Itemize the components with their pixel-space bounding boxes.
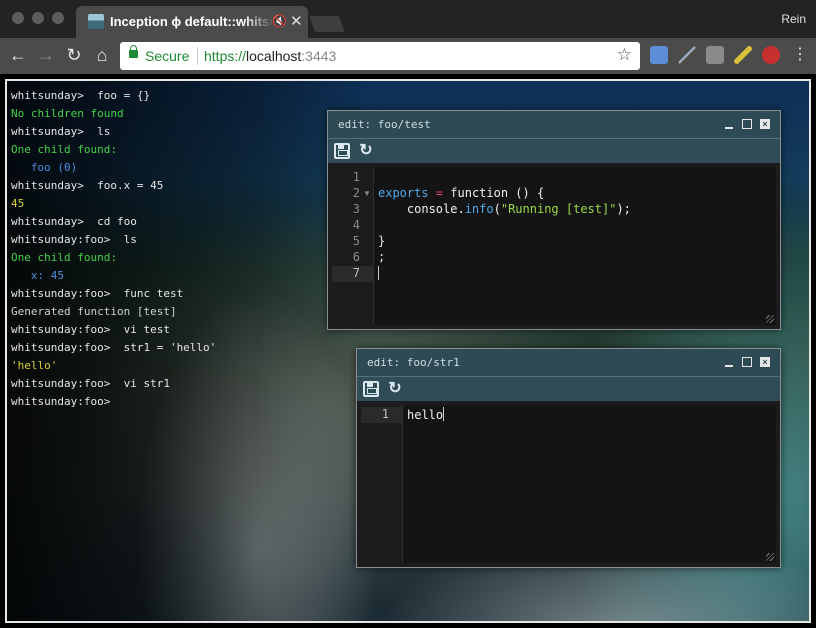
editor-titlebar[interactable]: edit: foo/str1 × xyxy=(357,349,780,377)
new-tab-button[interactable] xyxy=(309,16,345,32)
bookmark-star-icon[interactable]: ☆ xyxy=(617,45,632,65)
terminal-line: whitsunday> ls xyxy=(11,125,111,138)
close-icon[interactable]: × xyxy=(760,357,770,367)
terminal-line: whitsunday:foo> func test xyxy=(11,287,184,300)
terminal-line: whitsunday:foo> vi str1 xyxy=(11,377,170,390)
code-token: info xyxy=(464,202,494,216)
editor-window-str1[interactable]: edit: foo/str1 × ↻ 1 hello xyxy=(356,348,781,568)
browser-tab-active[interactable]: Inception ϕ default::whitsunday 🔇 ✕ xyxy=(76,6,308,38)
line-number: 7 xyxy=(352,266,360,280)
tab-title: Inception ϕ default::whitsunday xyxy=(110,14,274,29)
terminal-line: foo (0) xyxy=(11,161,78,174)
line-gutter: 1 2 ▼ 3 4 5 6 7 xyxy=(332,167,374,325)
code-line: console.info("Running [test]"); xyxy=(378,202,631,216)
pencil-extension-icon[interactable] xyxy=(734,46,752,64)
terminal-line: 'hello' xyxy=(11,359,58,372)
code-token: ); xyxy=(616,202,631,216)
terminal-line: whitsunday:foo> ls xyxy=(11,233,137,246)
editor-title: edit: foo/test xyxy=(338,118,431,131)
minimize-window-button[interactable] xyxy=(32,12,44,24)
text-cursor xyxy=(378,266,379,281)
editor-toolbar: ↻ xyxy=(357,377,780,401)
browser-titlebar: Inception ϕ default::whitsunday 🔇 ✕ Rein xyxy=(0,0,816,38)
code-editor[interactable]: 1 hello xyxy=(361,405,776,563)
editor-toolbar: ↻ xyxy=(328,139,780,163)
adblock-extension-icon[interactable] xyxy=(762,46,780,64)
code-token: function () { xyxy=(450,186,545,200)
editor-window-test[interactable]: edit: foo/test × ↻ 1 2 ▼ 3 4 5 6 7 expor… xyxy=(327,110,781,330)
mute-icon[interactable]: 🔇 xyxy=(272,14,287,28)
image-extension-icon[interactable] xyxy=(706,46,724,64)
close-window-button[interactable] xyxy=(12,12,24,24)
terminal-line: whitsunday> foo.x = 45 xyxy=(11,179,164,192)
terminal-line: whitsunday> cd foo xyxy=(11,215,137,228)
translate-extension-icon[interactable] xyxy=(650,46,668,64)
code-editor[interactable]: 1 2 ▼ 3 4 5 6 7 exports = function () { … xyxy=(332,167,776,325)
line-number: 3 xyxy=(352,202,360,216)
code-line: hello xyxy=(407,407,445,422)
terminal-line: x: 45 xyxy=(11,269,64,282)
refresh-icon[interactable]: ↻ xyxy=(358,143,374,159)
zoom-window-button[interactable] xyxy=(52,12,64,24)
line-number: 6 xyxy=(352,250,360,264)
url-scheme: https:// xyxy=(204,48,247,64)
code-line: ; xyxy=(378,250,386,264)
code-token: hello xyxy=(407,408,444,422)
line-number: 5 xyxy=(352,234,360,248)
reload-icon[interactable]: ↻ xyxy=(62,43,86,67)
refresh-icon[interactable]: ↻ xyxy=(387,381,403,397)
editor-titlebar[interactable]: edit: foo/test × xyxy=(328,111,780,139)
close-icon[interactable]: × xyxy=(760,119,770,129)
secure-label: Secure xyxy=(145,48,190,64)
url-host: localhost xyxy=(246,48,302,64)
terminal-output[interactable]: whitsunday> foo = {} No children found whi… xyxy=(11,87,216,411)
tab-close-icon[interactable]: ✕ xyxy=(290,12,303,30)
terminal-line: 45 xyxy=(11,197,25,210)
resize-handle[interactable] xyxy=(766,553,774,561)
code-token: ( xyxy=(493,202,501,216)
forward-arrow-icon[interactable]: → xyxy=(34,43,58,67)
terminal-line: One child found: xyxy=(11,251,117,264)
minimize-icon[interactable] xyxy=(724,357,734,367)
terminal-line: whitsunday:foo> str1 = 'hello' xyxy=(11,341,217,354)
resize-handle[interactable] xyxy=(766,315,774,323)
home-icon[interactable]: ⌂ xyxy=(90,43,114,67)
minimize-icon[interactable] xyxy=(724,119,734,129)
browser-toolbar: ← → ↻ ⌂ Secure https://localhost:3443 ☆ … xyxy=(0,38,816,74)
code-token: console. xyxy=(378,202,465,216)
text-cursor xyxy=(443,407,445,421)
line-gutter: 1 xyxy=(361,405,403,563)
eyedropper-extension-icon[interactable] xyxy=(678,46,696,64)
code-line: } xyxy=(378,234,386,248)
back-arrow-icon[interactable]: ← xyxy=(6,43,30,67)
menu-dots-icon[interactable]: ⋮ xyxy=(788,43,812,67)
terminal-line: whitsunday:foo> xyxy=(11,395,111,408)
address-bar[interactable]: Secure https://localhost:3443 ☆ xyxy=(120,42,640,70)
code-token: = xyxy=(428,186,451,200)
terminal-line: whitsunday:foo> vi test xyxy=(11,323,170,336)
code-token: exports xyxy=(378,186,429,200)
save-icon[interactable] xyxy=(334,143,350,159)
editor-title: edit: foo/str1 xyxy=(367,356,460,369)
profile-name[interactable]: Rein xyxy=(781,12,806,26)
code-line: exports = function () { xyxy=(378,186,544,200)
omnibox-divider xyxy=(197,47,198,65)
fold-arrow-icon[interactable]: ▼ xyxy=(363,189,371,198)
terminal-line: One child found: xyxy=(11,143,117,156)
maximize-icon[interactable] xyxy=(742,119,752,129)
favicon-icon xyxy=(88,14,104,29)
line-number: 1 xyxy=(352,170,360,184)
lock-icon xyxy=(129,45,138,58)
line-number: 1 xyxy=(381,407,389,421)
save-icon[interactable] xyxy=(363,381,379,397)
terminal-line: No children found xyxy=(11,107,124,120)
url-port: :3443 xyxy=(301,48,337,64)
line-number: 4 xyxy=(352,218,360,232)
code-token: "Running [test]" xyxy=(500,202,617,216)
line-number: 2 xyxy=(352,186,360,200)
terminal-line: Generated function [test] xyxy=(11,305,177,318)
terminal-line: whitsunday> foo = {} xyxy=(11,89,151,102)
url-text[interactable]: https://localhost:3443 xyxy=(204,48,336,64)
maximize-icon[interactable] xyxy=(742,357,752,367)
